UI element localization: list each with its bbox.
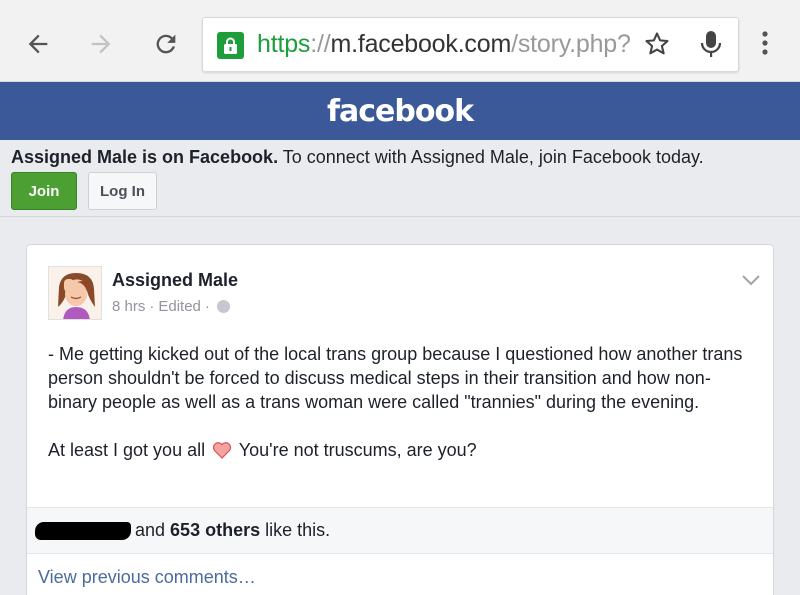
avatar[interactable] [48, 266, 102, 320]
globe-icon [216, 300, 230, 313]
reload-icon[interactable] [150, 28, 182, 60]
facebook-header: facebook [0, 82, 800, 140]
join-button[interactable]: Join [11, 172, 77, 210]
lock-icon [217, 32, 244, 59]
login-button[interactable]: Log In [88, 172, 157, 210]
url-text: https://m.facebook.com/story.php? [257, 30, 631, 58]
edited-label[interactable]: Edited [158, 298, 201, 315]
view-previous-comments-link[interactable]: View previous comments… [38, 567, 256, 588]
back-arrow-icon[interactable] [22, 28, 54, 60]
post-meta: 8 hrs · Edited · [112, 298, 230, 315]
post-paragraph-1: - Me getting kicked out of the local tra… [48, 344, 743, 412]
post-body: - Me getting kicked out of the local tra… [48, 342, 758, 465]
star-icon[interactable] [643, 30, 671, 63]
address-bar[interactable]: https://m.facebook.com/story.php? [202, 17, 739, 72]
post-paragraph-2: At least I got you all You're not truscu… [48, 438, 758, 465]
banner-message: Assigned Male is on Facebook. To connect… [11, 147, 704, 167]
post-card: Assigned Male 8 hrs · Edited · - Me gett… [26, 244, 774, 595]
redacted-name [35, 522, 131, 540]
post-time[interactable]: 8 hrs [112, 298, 145, 315]
mic-icon[interactable] [699, 29, 723, 64]
overflow-menu-icon[interactable] [760, 30, 770, 61]
post-author[interactable]: Assigned Male [112, 270, 238, 291]
browser-toolbar: https://m.facebook.com/story.php? [0, 0, 800, 82]
chevron-down-icon[interactable] [741, 273, 761, 291]
likes-text: and 653 others like this. [135, 520, 331, 540]
forward-arrow-icon[interactable] [85, 28, 117, 60]
heart-icon [212, 441, 232, 465]
likes-summary[interactable]: and 653 others like this. [27, 507, 773, 554]
facebook-logo[interactable]: facebook [327, 94, 474, 129]
join-banner: Assigned Male is on Facebook. To connect… [0, 140, 800, 217]
